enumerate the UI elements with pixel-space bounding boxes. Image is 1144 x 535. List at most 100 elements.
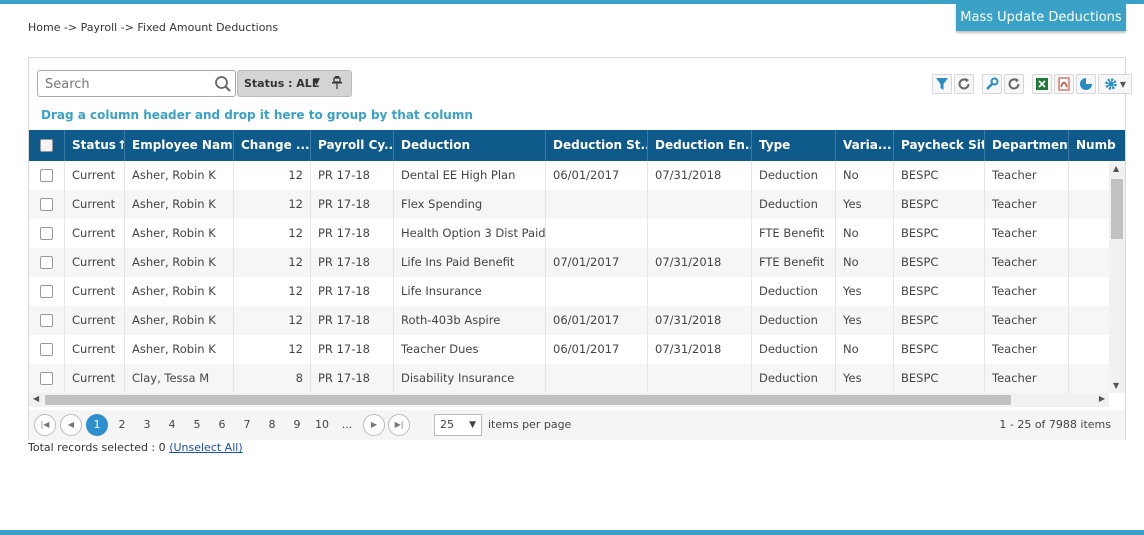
refresh-filter-button[interactable] [954, 74, 974, 94]
col-header-payroll-cycle[interactable]: Payroll Cy... [311, 130, 394, 161]
horizontal-scrollbar[interactable]: ◀ ▶ [29, 393, 1109, 407]
row-checkbox[interactable] [40, 169, 53, 182]
cell-employee-name: Asher, Robin K [125, 335, 234, 364]
row-select-cell [29, 335, 65, 364]
cell-employee-name: Asher, Robin K [125, 248, 234, 277]
unselect-all-link[interactable]: (Unselect All) [169, 441, 242, 454]
prev-page-button[interactable]: ◀ [60, 414, 82, 436]
first-page-button[interactable]: |◀ [34, 414, 56, 436]
cell-status: Current [65, 161, 125, 190]
page-number-button[interactable]: 3 [136, 414, 158, 436]
refresh-columns-button[interactable] [1004, 74, 1024, 94]
row-checkbox[interactable] [40, 227, 53, 240]
table-row[interactable]: Current Asher, Robin K 12 PR 17-18 Teacher D… [29, 335, 1109, 364]
table-row[interactable]: Current Asher, Robin K 12 PR 17-18 Dental EE… [29, 161, 1109, 190]
col-header-deduction-start[interactable]: Deduction St... [546, 130, 648, 161]
col-header-deduction[interactable]: Deduction [394, 130, 546, 161]
vertical-scrollbar[interactable]: ▲ ▼ [1109, 161, 1125, 393]
chevron-down-icon: ▼ [469, 420, 476, 430]
wrench-icon [986, 77, 999, 90]
pager: |◀ ◀ 1 2 3 4 5 6 7 8 9 10... ▶ ▶| 25 ▼ items per … [29, 410, 1125, 440]
page-number-button[interactable]: 4 [161, 414, 183, 436]
column-settings-button[interactable] [982, 74, 1002, 94]
cell-change: 12 [234, 306, 311, 335]
cell-employee-name: Asher, Robin K [125, 306, 234, 335]
cell-change: 8 [234, 364, 311, 393]
pin-icon[interactable] [332, 76, 342, 92]
table-row[interactable]: Current Asher, Robin K 12 PR 17-18 Life Ins … [29, 248, 1109, 277]
page-number-button[interactable]: 2 [111, 414, 133, 436]
page-number-button[interactable]: 10 [311, 414, 333, 436]
col-header-department[interactable]: Department [985, 130, 1069, 161]
cell-change: 12 [234, 161, 311, 190]
row-checkbox[interactable] [40, 372, 53, 385]
row-checkbox[interactable] [40, 285, 53, 298]
cell-type: Deduction [752, 364, 836, 393]
row-checkbox[interactable] [40, 343, 53, 356]
page-number-button[interactable]: 7 [236, 414, 258, 436]
cell-status: Current [65, 364, 125, 393]
deductions-grid-panel: Status : ALL ▼ ▼ [28, 57, 1132, 440]
col-header-status[interactable]: Status ↑ [65, 130, 125, 161]
table-row[interactable]: Current Asher, Robin K 12 PR 17-18 Roth-403b… [29, 306, 1109, 335]
page-number-button[interactable]: 1 [86, 414, 108, 436]
cell-type: Deduction [752, 277, 836, 306]
next-page-button[interactable]: ▶ [363, 414, 385, 436]
chart-button[interactable] [1076, 74, 1096, 94]
gear-icon [1105, 78, 1117, 90]
page-number-button[interactable]: 5 [186, 414, 208, 436]
mass-update-deductions-button[interactable]: Mass Update Deductions [956, 4, 1126, 31]
col-header-type[interactable]: Type [752, 130, 836, 161]
scroll-right-icon[interactable]: ▶ [1099, 394, 1105, 403]
cell-number [1069, 248, 1109, 277]
col-header-variable[interactable]: Varia... [836, 130, 894, 161]
page-number-button[interactable]: 6 [211, 414, 233, 436]
cell-paycheck-site: BESPC [894, 219, 985, 248]
table-row[interactable]: Current Asher, Robin K 12 PR 17-18 Flex Spen… [29, 190, 1109, 219]
col-header-change[interactable]: Change ... [234, 130, 311, 161]
col-header-deduction-end[interactable]: Deduction En... [648, 130, 752, 161]
table-row[interactable]: Current Clay, Tessa M 8 PR 17-18 Disability … [29, 364, 1109, 393]
cell-status: Current [65, 335, 125, 364]
page-number-button[interactable]: 8 [261, 414, 283, 436]
cell-deduction-start: 07/01/2017 [546, 248, 648, 277]
pager-info: 1 - 25 of 7988 items [999, 418, 1111, 431]
scroll-left-icon[interactable]: ◀ [33, 394, 39, 403]
scroll-up-icon[interactable]: ▲ [1113, 164, 1119, 173]
row-select-cell [29, 190, 65, 219]
table-row[interactable]: Current Asher, Robin K 12 PR 17-18 Health Op… [29, 219, 1109, 248]
cell-number [1069, 335, 1109, 364]
page-size-select[interactable]: 25 ▼ [434, 414, 482, 436]
cell-paycheck-site: BESPC [894, 248, 985, 277]
cell-deduction: Roth-403b Aspire [394, 306, 546, 335]
cell-deduction-start: 06/01/2017 [546, 306, 648, 335]
row-checkbox[interactable] [40, 256, 53, 269]
col-header-number[interactable]: Numb [1069, 130, 1125, 161]
search-icon[interactable] [214, 75, 232, 93]
filter-button[interactable] [932, 74, 952, 94]
cell-change: 12 [234, 277, 311, 306]
table-row[interactable]: Current Asher, Robin K 12 PR 17-18 Life Insu… [29, 277, 1109, 306]
export-excel-button[interactable] [1032, 74, 1052, 94]
refresh-icon [958, 78, 970, 90]
search-input[interactable] [43, 74, 208, 94]
row-checkbox[interactable] [40, 198, 53, 211]
last-page-button[interactable]: ▶| [388, 414, 410, 436]
page-number-button[interactable]: 9 [286, 414, 308, 436]
export-pdf-button[interactable] [1054, 74, 1074, 94]
col-header-paycheck-site[interactable]: Paycheck Site [894, 130, 985, 161]
more-pages-button[interactable]: ... [336, 414, 358, 436]
scroll-thumb[interactable] [45, 395, 1011, 405]
items-per-page-label: items per page [488, 418, 572, 431]
scroll-thumb[interactable] [1111, 179, 1123, 239]
cell-deduction-end: 07/31/2018 [648, 161, 752, 190]
select-all-checkbox[interactable] [40, 139, 53, 152]
cell-payroll-cycle: PR 17-18 [311, 335, 394, 364]
cell-deduction-end [648, 277, 752, 306]
chevron-down-icon[interactable]: ▼ [313, 77, 320, 87]
col-header-employee-name[interactable]: Employee Name [125, 130, 234, 161]
status-filter-chip[interactable]: Status : ALL ▼ [237, 70, 352, 97]
scroll-down-icon[interactable]: ▼ [1113, 381, 1119, 390]
row-checkbox[interactable] [40, 314, 53, 327]
settings-button[interactable]: ▼ [1098, 74, 1132, 94]
